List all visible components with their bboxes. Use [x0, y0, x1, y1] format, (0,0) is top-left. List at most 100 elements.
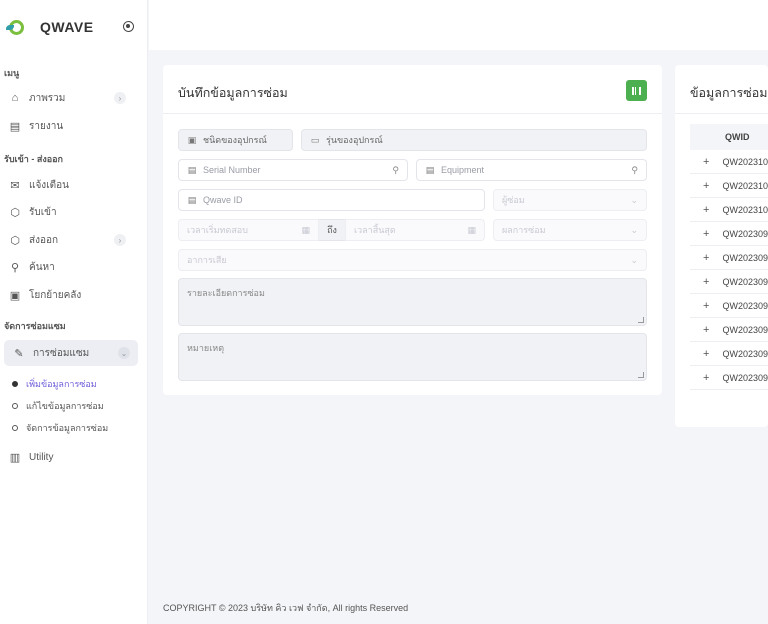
- sidebar-subitem-label: จัดการข้อมูลการซ่อม: [26, 423, 109, 433]
- sidebar-subitem-add-repair[interactable]: เพิ่มข้อมูลการซ่อม: [12, 377, 97, 391]
- result-select[interactable]: ผลการซ่อม ⌄: [493, 219, 647, 241]
- table-row[interactable]: + QW202310: [690, 174, 768, 198]
- section-receive-send: รับเข้า - ส่งออก: [4, 154, 63, 164]
- device-type-field[interactable]: ▣ ชนิดของอุปกรณ์: [178, 129, 293, 151]
- sidebar-item-move-warehouse[interactable]: ▣ โยกย้ายคลัง: [0, 284, 142, 306]
- sidebar-collapse-toggle-icon[interactable]: [123, 21, 134, 32]
- expand-row-plus-icon[interactable]: +: [690, 276, 722, 288]
- qwid-cell: QW202310: [722, 180, 768, 191]
- qwid-cell: QW202309: [722, 300, 768, 311]
- brand[interactable]: QWAVE: [6, 16, 142, 38]
- table-row[interactable]: + QW202309: [690, 294, 768, 318]
- expand-row-plus-icon[interactable]: +: [690, 156, 722, 168]
- card-divider: [163, 113, 662, 114]
- qwid-cell: QW202309: [722, 348, 768, 359]
- sidebar-item-overview[interactable]: ⌂ ภาพรวม ›: [0, 87, 142, 109]
- document-icon: ▤: [187, 194, 197, 205]
- sidebar-subitem-edit-repair[interactable]: แก้ไขข้อมูลการซ่อม: [12, 399, 104, 413]
- bullet-filled-icon: [12, 381, 18, 387]
- qwid-cell: QW202309: [722, 228, 768, 239]
- qwid-cell: QW202310: [722, 204, 768, 215]
- search-icon: ⚲: [10, 261, 20, 274]
- note-textarea[interactable]: หมายเหตุ: [178, 333, 647, 381]
- qwid-cell: QW202309: [722, 324, 768, 335]
- table-row[interactable]: + QW202309: [690, 270, 768, 294]
- archive-icon: ▣: [9, 289, 21, 302]
- device-type-icon: ▣: [187, 134, 197, 145]
- sidebar-item-label: ส่งออก: [29, 234, 59, 246]
- equipment-input[interactable]: ▤ Equipment ⚲: [416, 159, 647, 181]
- sidebar-item-notify[interactable]: ✉ แจ้งเตือน: [0, 174, 142, 196]
- bullet-circle-icon: [12, 403, 18, 409]
- equipment-placeholder: Equipment: [441, 165, 485, 175]
- chevron-down-icon: ⌄: [630, 254, 638, 265]
- expand-row-plus-icon[interactable]: +: [690, 204, 722, 216]
- expand-row-plus-icon[interactable]: +: [690, 252, 722, 264]
- mail-icon: ✉: [10, 179, 20, 192]
- wrench-icon: ✎: [14, 347, 24, 360]
- sidebar-subitem-label: แก้ไขข้อมูลการซ่อม: [26, 401, 104, 411]
- calendar-icon[interactable]: ▦: [301, 225, 310, 236]
- sidebar-subitem-manage-repair[interactable]: จัดการข้อมูลการซ่อม: [12, 421, 108, 435]
- expand-row-plus-icon[interactable]: +: [690, 372, 722, 384]
- sidebar-item-label: รับเข้า: [29, 206, 57, 218]
- search-icon[interactable]: ⚲: [631, 165, 638, 176]
- barcode-icon: [632, 86, 641, 95]
- expand-row-plus-icon[interactable]: +: [690, 348, 722, 360]
- symptom-select[interactable]: อาการเสีย ⌄: [178, 249, 647, 271]
- top-navbar: [149, 0, 768, 50]
- start-time-input[interactable]: เวลาเริ่มทดสอบ ▦: [178, 219, 319, 241]
- chevron-right-icon: ›: [114, 92, 126, 104]
- device-model-field[interactable]: ▭ รุ่นของอุปกรณ์: [301, 129, 647, 151]
- end-time-placeholder: เวลาสิ้นสุด: [354, 225, 396, 235]
- table-header-qwid[interactable]: QWID: [690, 124, 768, 150]
- sidebar: QWAVE เมนู ⌂ ภาพรวม › ▤ รายงาน รับเข้า -…: [0, 0, 148, 624]
- expand-row-plus-icon[interactable]: +: [690, 228, 722, 240]
- sidebar-item-send-out[interactable]: ⬡ ส่งออก ›: [0, 229, 142, 251]
- sidebar-item-label: ค้นหา: [29, 261, 55, 273]
- chevron-down-icon: ⌄: [630, 224, 638, 235]
- qwid-cell: QW202309: [722, 252, 768, 263]
- brand-name: QWAVE: [40, 19, 94, 35]
- card-divider: [675, 113, 768, 114]
- expand-row-plus-icon[interactable]: +: [690, 180, 722, 192]
- table-row[interactable]: + QW202309: [690, 318, 768, 342]
- chevron-right-icon: ›: [114, 234, 126, 246]
- section-menu: เมนู: [4, 68, 20, 78]
- table-row[interactable]: + QW202309: [690, 246, 768, 270]
- table-row[interactable]: + QW202310: [690, 150, 768, 174]
- sidebar-item-utility[interactable]: ▥ Utility: [0, 446, 142, 468]
- symptom-placeholder: อาการเสีย: [187, 255, 227, 265]
- end-time-input[interactable]: เวลาสิ้นสุด ▦: [345, 219, 485, 241]
- chevron-down-icon: ⌄: [630, 194, 638, 205]
- repair-form-card: บันทึกข้อมูลการซ่อม ▣ ชนิดของอุปกรณ์ ▭ ร…: [163, 65, 662, 395]
- qwave-id-input[interactable]: ▤ Qwave ID: [178, 189, 485, 211]
- table-row[interactable]: + QW202309: [690, 342, 768, 366]
- sidebar-item-search[interactable]: ⚲ ค้นหา: [0, 256, 142, 278]
- qwave-logo-icon: [6, 16, 28, 38]
- table-row[interactable]: + QW202310: [690, 198, 768, 222]
- expand-row-plus-icon[interactable]: +: [690, 324, 722, 336]
- barcode-scan-button[interactable]: [626, 80, 647, 101]
- sidebar-item-repair[interactable]: ✎ การซ่อมแซม ⌄: [4, 340, 138, 366]
- serial-number-input[interactable]: ▤ Serial Number ⚲: [178, 159, 408, 181]
- note-placeholder: หมายเหตุ: [187, 343, 225, 353]
- repairer-select[interactable]: ผู้ซ่อม ⌄: [493, 189, 647, 211]
- form-title: บันทึกข้อมูลการซ่อม: [178, 86, 288, 100]
- sidebar-item-report[interactable]: ▤ รายงาน: [0, 115, 142, 137]
- repair-details-placeholder: รายละเอียดการซ่อม: [187, 288, 265, 298]
- serial-number-placeholder: Serial Number: [203, 165, 261, 175]
- table-row[interactable]: + QW202309: [690, 366, 768, 390]
- table-row[interactable]: + QW202309: [690, 222, 768, 246]
- bullet-circle-icon: [12, 425, 18, 431]
- sidebar-item-label: โยกย้ายคลัง: [29, 289, 82, 301]
- repair-details-textarea[interactable]: รายละเอียดการซ่อม: [178, 278, 647, 326]
- calendar-icon[interactable]: ▦: [467, 225, 476, 236]
- sidebar-item-label: การซ่อมแซม: [33, 347, 90, 359]
- to-label: ถึง: [319, 219, 345, 241]
- search-icon[interactable]: ⚲: [392, 165, 399, 176]
- qwave-id-placeholder: Qwave ID: [203, 195, 243, 205]
- sidebar-item-label: รายงาน: [29, 120, 64, 132]
- expand-row-plus-icon[interactable]: +: [690, 300, 722, 312]
- sidebar-item-receive-in[interactable]: ⬡ รับเข้า: [0, 201, 142, 223]
